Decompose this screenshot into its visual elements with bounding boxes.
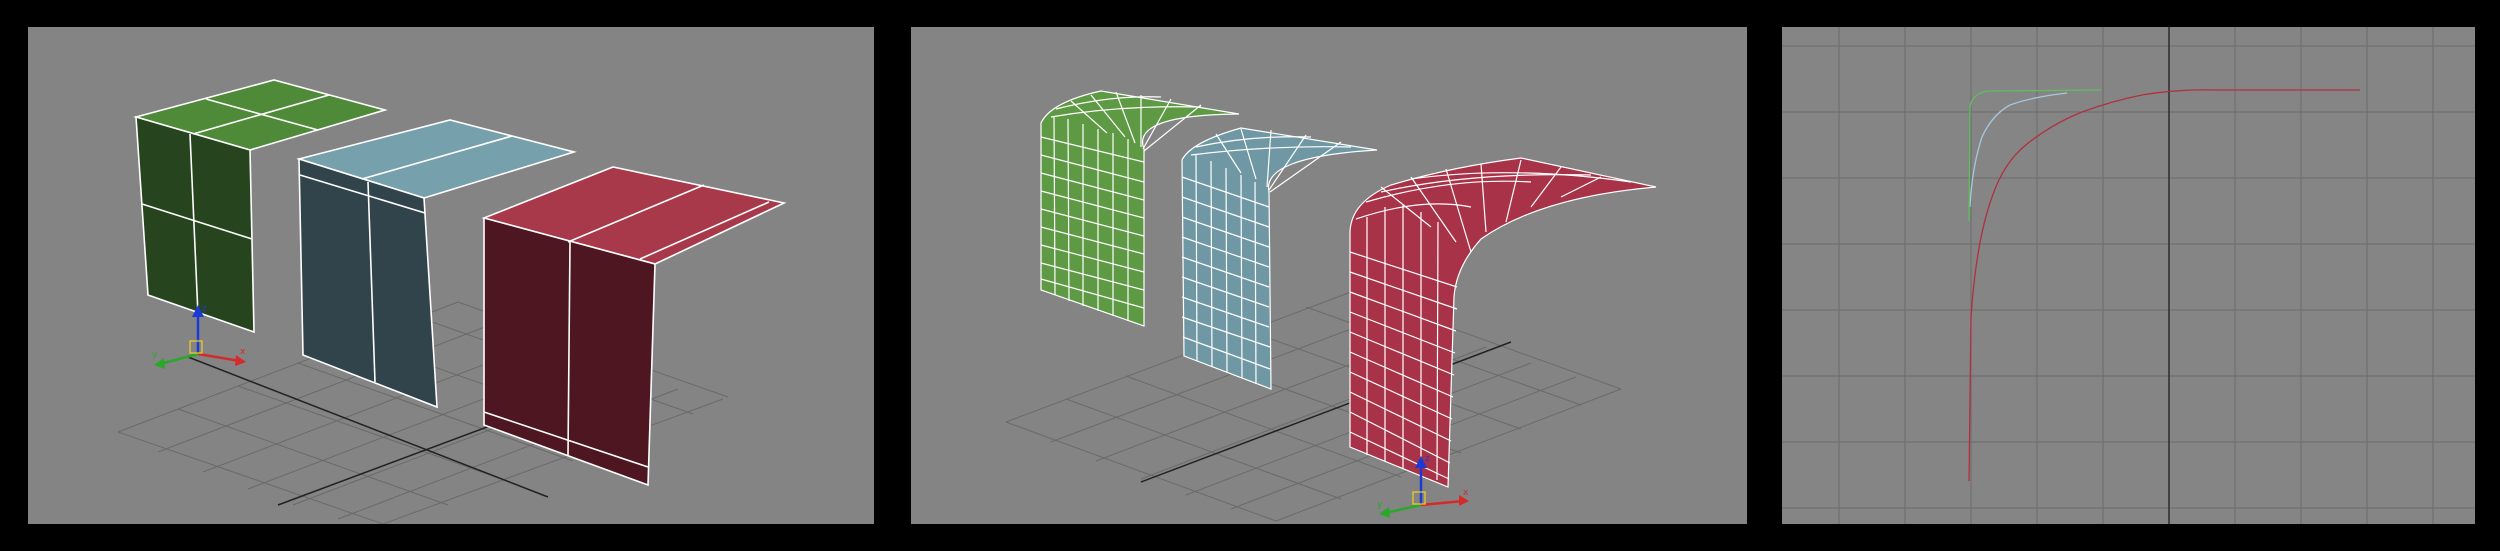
blue-curve[interactable] [1969,92,2068,208]
viewport-scene: x y z [1005,90,1657,522]
red-panel[interactable] [481,166,787,487]
viewport-curve-editor[interactable] [1782,27,2475,524]
graph-grid [1782,27,2475,524]
svg-text:y: y [152,350,158,360]
svg-text:x: x [1463,488,1469,498]
viewport-perspective-flat-panels[interactable]: x y z [28,27,874,524]
grid-axis-line [1140,341,1512,483]
viewport-perspective-curved-panels[interactable]: x y z [911,27,1747,524]
red-curved-panel[interactable] [1349,157,1657,488]
curve-graph [1782,27,2475,524]
blue-curved-panel[interactable] [1181,127,1378,390]
svg-text:x: x [240,347,246,357]
three-viewport-screen: x y z x y z [0,0,2500,551]
svg-text:y: y [1377,500,1383,510]
svg-text:z: z [1425,454,1430,464]
green-curve[interactable] [1968,89,2102,222]
ground-grid [1005,291,1622,522]
viewport-scene: x y z [117,79,787,524]
svg-text:z: z [202,304,207,314]
